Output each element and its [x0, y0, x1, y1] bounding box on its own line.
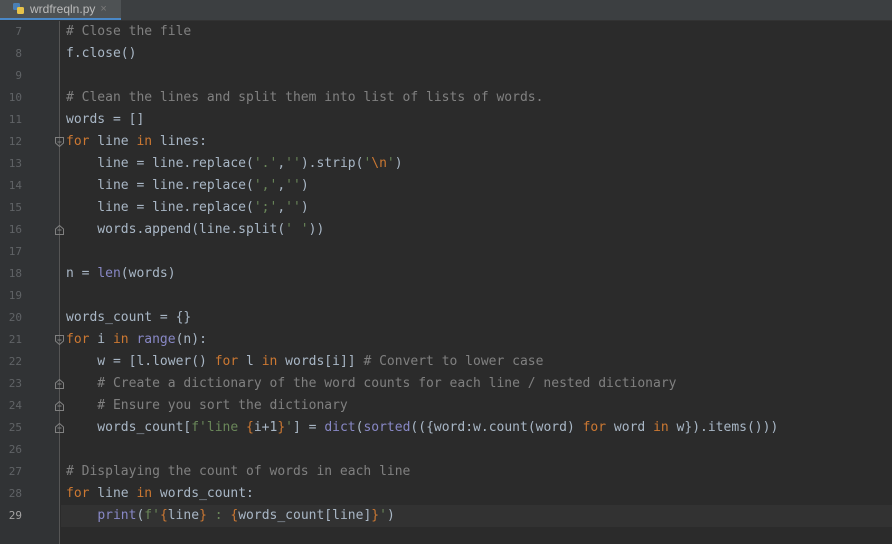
code-text: print(f'{line} : {words_count[line]}') [97, 508, 395, 523]
code-line[interactable]: 19 [0, 285, 892, 307]
code-text: # Displaying the count of words in each … [66, 464, 411, 479]
code-line[interactable]: 17 [0, 241, 892, 263]
close-tab-icon[interactable]: × [100, 3, 106, 15]
code-line[interactable]: 23 # Create a dictionary of the word cou… [0, 373, 892, 395]
line-number: 14 [8, 179, 22, 192]
fold-open-icon[interactable] [55, 335, 64, 345]
line-number: 19 [8, 289, 22, 302]
code-line[interactable]: 28 for line in words_count: [0, 483, 892, 505]
code-text: f.close() [66, 46, 137, 61]
line-number: 18 [8, 267, 22, 280]
editor-tab-bar: wrdfreqln.py × [0, 0, 892, 21]
code-text: line = line.replace(',','') [66, 178, 309, 193]
code-line[interactable]: 25 words_count[f'line {i+1}'] = dict(sor… [0, 417, 892, 439]
fold-open-icon[interactable] [55, 137, 64, 147]
code-line[interactable]: 22 w = [l.lower() for l in words[i]] # C… [0, 351, 892, 373]
line-number: 9 [15, 69, 22, 82]
line-number: 27 [8, 465, 22, 478]
line-number: 16 [8, 223, 22, 236]
code-text: # Clean the lines and split them into li… [66, 90, 544, 105]
fold-close-icon[interactable] [55, 423, 64, 433]
line-number: 15 [8, 201, 22, 214]
code-text: w = [l.lower() for l in words[i]] # Conv… [66, 354, 544, 369]
fold-close-icon[interactable] [55, 379, 64, 389]
code-line[interactable]: 8 f.close() [0, 43, 892, 65]
code-line[interactable]: 15 line = line.replace(';','') [0, 197, 892, 219]
code-text: words.append(line.split(' ')) [66, 222, 325, 237]
line-number: 22 [8, 355, 22, 368]
line-number: 21 [8, 333, 22, 346]
code-line[interactable]: 7 # Close the file [0, 21, 892, 43]
code-line[interactable]: 26 [0, 439, 892, 461]
line-number: 26 [8, 443, 22, 456]
code-line[interactable]: 29 print(f'{line} : {words_count[line]}'… [0, 505, 892, 527]
fold-close-icon[interactable] [55, 401, 64, 411]
python-file-icon [13, 3, 24, 14]
line-number: 23 [8, 377, 22, 390]
code-line[interactable]: 9 [0, 65, 892, 87]
code-text: words_count[f'line {i+1}'] = dict(sorted… [66, 420, 779, 435]
line-number: 28 [8, 487, 22, 500]
code-line[interactable]: 12 for line in lines: [0, 131, 892, 153]
code-text: for line in lines: [66, 134, 207, 149]
line-number: 13 [8, 157, 22, 170]
line-number: 29 [8, 509, 22, 522]
line-number: 10 [8, 91, 22, 104]
code-line[interactable]: 20 words_count = {} [0, 307, 892, 329]
file-tab-label: wrdfreqln.py [30, 2, 96, 16]
code-text: n = len(words) [66, 266, 176, 281]
code-line[interactable]: 24 # Ensure you sort the dictionary [0, 395, 892, 417]
code-text: # Create a dictionary of the word counts… [66, 376, 677, 391]
code-text: line = line.replace(';','') [66, 200, 309, 215]
code-line[interactable]: 27 # Displaying the count of words in eac… [0, 461, 892, 483]
line-number: 12 [8, 135, 22, 148]
code-line[interactable]: 16 words.append(line.split(' ')) [0, 219, 892, 241]
code-line[interactable]: 11 words = [] [0, 109, 892, 131]
line-number: 20 [8, 311, 22, 324]
code-text: # Close the file [66, 24, 192, 39]
line-number: 8 [15, 47, 22, 60]
code-line[interactable]: 18 n = len(words) [0, 263, 892, 285]
line-number: 25 [8, 421, 22, 434]
line-number: 7 [15, 25, 22, 38]
code-line[interactable]: 10 # Clean the lines and split them into … [0, 87, 892, 109]
code-text: line = line.replace('.','').strip('\n') [66, 156, 403, 171]
code-line[interactable]: 14 line = line.replace(',','') [0, 175, 892, 197]
fold-close-icon[interactable] [55, 225, 64, 235]
code-text: words = [] [66, 112, 145, 127]
line-number: 11 [8, 113, 22, 126]
line-number: 17 [8, 245, 22, 258]
code-line[interactable]: 21 for i in range(n): [0, 329, 892, 351]
file-tab[interactable]: wrdfreqln.py × [0, 0, 121, 20]
code-text: for line in words_count: [66, 486, 254, 501]
code-line[interactable]: 13 line = line.replace('.','').strip('\n… [0, 153, 892, 175]
code-text: # Ensure you sort the dictionary [66, 398, 348, 413]
line-number: 24 [8, 399, 22, 412]
code-text: words_count = {} [66, 310, 192, 325]
code-text: for i in range(n): [66, 332, 207, 347]
